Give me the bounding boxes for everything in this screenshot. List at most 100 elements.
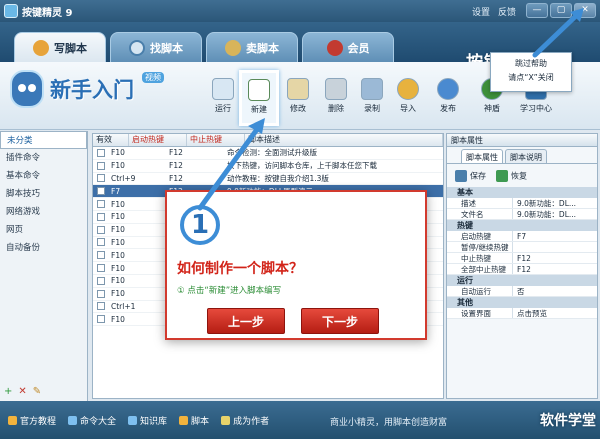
col-enabled[interactable]: 有效 bbox=[93, 134, 129, 146]
row-enabled-checkbox[interactable] bbox=[97, 212, 105, 221]
delete-category-icon[interactable]: ✕ bbox=[18, 386, 26, 397]
col-stop-hotkey[interactable]: 中止热键 bbox=[187, 134, 245, 146]
tab-sell-script[interactable]: 卖脚本 bbox=[206, 32, 298, 62]
row-enabled-checkbox[interactable] bbox=[97, 276, 105, 285]
next-step-button[interactable]: 下一步 bbox=[301, 308, 379, 334]
table-header: 有效 启动热键 中止热键 脚本描述 bbox=[93, 134, 443, 147]
sidebar-item-script-tips[interactable]: 脚本技巧 bbox=[0, 185, 87, 203]
row-enabled-checkbox[interactable] bbox=[97, 264, 105, 273]
row-start-hotkey: F10 bbox=[111, 148, 125, 158]
row-enabled-checkbox[interactable] bbox=[97, 289, 105, 298]
table-row[interactable]: Ctrl+9 F12 动作教程：按键自我介绍1.3版 bbox=[93, 173, 443, 186]
row-enabled-checkbox[interactable] bbox=[97, 174, 105, 183]
property-value[interactable]: F12 bbox=[513, 253, 597, 263]
tab-find-script[interactable]: 找脚本 bbox=[110, 32, 202, 62]
property-row[interactable]: 自动运行否 bbox=[447, 286, 597, 297]
status-scripts[interactable]: 脚本 bbox=[179, 414, 209, 427]
delete-button[interactable]: 删除 bbox=[318, 78, 354, 114]
save-icon bbox=[455, 169, 467, 182]
minimize-button[interactable]: — bbox=[526, 3, 548, 18]
property-value[interactable]: 否 bbox=[513, 286, 597, 296]
col-start-hotkey[interactable]: 启动热键 bbox=[129, 134, 187, 146]
tab-member[interactable]: 会员 bbox=[302, 32, 394, 62]
row-stop-hotkey: F12 bbox=[169, 161, 183, 171]
status-tutorial[interactable]: 官方教程 bbox=[8, 414, 56, 427]
status-slogan: 商业小精灵，用脚本创造财富 bbox=[330, 418, 448, 428]
sidebar-item-uncategorized[interactable]: 未分类 bbox=[0, 131, 87, 149]
status-become-author[interactable]: 成为作者 bbox=[221, 414, 269, 427]
new-file-icon bbox=[248, 79, 270, 101]
property-row[interactable]: 文件名 9.0新功能：DL... bbox=[447, 209, 597, 220]
row-enabled-checkbox[interactable] bbox=[97, 225, 105, 234]
sidebar-item-auto-backup[interactable]: 自动备份 bbox=[0, 239, 87, 257]
row-stop-hotkey: F12 bbox=[169, 173, 183, 183]
sidebar-item-basic-commands[interactable]: 基本命令 bbox=[0, 167, 87, 185]
learning-label: 学习中心 bbox=[520, 104, 552, 113]
money-bag-icon bbox=[225, 39, 241, 56]
sidebar-item-web[interactable]: 网页 bbox=[0, 221, 87, 239]
row-start-hotkey: F7 bbox=[111, 186, 121, 196]
property-group[interactable]: 其他 bbox=[447, 297, 597, 308]
sidebar-item-plugin-commands[interactable]: 插件命令 bbox=[0, 149, 87, 167]
edit-button[interactable]: 修改 bbox=[280, 78, 316, 114]
row-enabled-checkbox[interactable] bbox=[97, 148, 105, 157]
property-row[interactable]: 启动热键 F7 bbox=[447, 231, 597, 242]
property-value[interactable]: 点击预览 bbox=[513, 308, 597, 318]
rename-category-icon[interactable]: ✎ bbox=[33, 386, 41, 397]
row-enabled-checkbox[interactable] bbox=[97, 315, 105, 324]
property-row[interactable]: 描述 9.0新功能：DL... bbox=[447, 198, 597, 209]
app-icon bbox=[4, 4, 18, 18]
save-button[interactable]: 保存 bbox=[455, 169, 486, 182]
property-value[interactable]: 9.0新功能：DL... bbox=[513, 198, 597, 208]
close-button[interactable]: ✕ bbox=[574, 3, 596, 18]
tab-script-properties[interactable]: 脚本属性 bbox=[461, 149, 503, 163]
properties-tabs: 脚本属性 脚本说明 bbox=[447, 147, 597, 163]
status-knowledge[interactable]: 知识库 bbox=[128, 414, 167, 427]
beginner-guide-banner[interactable]: 新手入门 bbox=[10, 70, 134, 108]
row-enabled-checkbox[interactable] bbox=[97, 238, 105, 247]
tab-label: 写脚本 bbox=[54, 41, 87, 55]
window-controls: — ▢ ✕ bbox=[526, 3, 596, 18]
import-button[interactable]: 导入 bbox=[390, 78, 426, 114]
property-row[interactable]: 暂停/继续热键 bbox=[447, 242, 597, 253]
prev-step-button[interactable]: 上一步 bbox=[207, 308, 285, 334]
property-value[interactable] bbox=[513, 242, 597, 252]
publish-label: 发布 bbox=[440, 104, 456, 113]
row-enabled-checkbox[interactable] bbox=[97, 251, 105, 260]
record-button[interactable]: 录制 bbox=[354, 78, 390, 114]
property-group[interactable]: 运行 bbox=[447, 275, 597, 286]
run-button[interactable]: 运行 bbox=[205, 78, 241, 114]
property-row[interactable]: 全部中止热键 F12 bbox=[447, 264, 597, 275]
book-icon bbox=[8, 415, 17, 425]
tab-write-script[interactable]: 写脚本 bbox=[14, 32, 106, 62]
property-group[interactable]: 热键 bbox=[447, 220, 597, 231]
row-start-hotkey: F10 bbox=[111, 161, 125, 171]
settings-link[interactable]: 设置 bbox=[472, 5, 490, 18]
new-button[interactable]: 新建 bbox=[239, 70, 279, 126]
tab-script-notes[interactable]: 脚本说明 bbox=[505, 149, 547, 163]
row-enabled-checkbox[interactable] bbox=[97, 161, 105, 170]
property-row[interactable]: 设置界面 点击预览 bbox=[447, 308, 597, 319]
status-commands[interactable]: 命令大全 bbox=[68, 414, 116, 427]
row-enabled-checkbox[interactable] bbox=[97, 200, 105, 209]
property-group[interactable]: 基本 bbox=[447, 187, 597, 198]
row-start-hotkey: F10 bbox=[111, 212, 125, 222]
property-value[interactable]: 9.0新功能：DL... bbox=[513, 209, 597, 219]
maximize-button[interactable]: ▢ bbox=[550, 3, 572, 18]
property-value[interactable]: F12 bbox=[513, 264, 597, 274]
property-row[interactable]: 中止热键 F12 bbox=[447, 253, 597, 264]
col-description[interactable]: 脚本描述 bbox=[245, 134, 443, 146]
add-category-icon[interactable]: + bbox=[4, 386, 12, 397]
sidebar-item-online-games[interactable]: 网络游戏 bbox=[0, 203, 87, 221]
publish-button[interactable]: 发布 bbox=[430, 78, 466, 114]
feedback-link[interactable]: 反馈 bbox=[498, 5, 516, 18]
row-enabled-checkbox[interactable] bbox=[97, 302, 105, 311]
table-row[interactable]: F10 F12 命令检测：全面测试升级版 bbox=[93, 147, 443, 160]
sidebar-footer: + ✕ ✎ bbox=[4, 386, 41, 397]
row-enabled-checkbox[interactable] bbox=[97, 187, 105, 196]
restore-button[interactable]: 恢复 bbox=[496, 169, 527, 182]
property-value[interactable]: F7 bbox=[513, 231, 597, 241]
properties-title: 脚本属性 bbox=[447, 134, 597, 147]
table-row[interactable]: F10 F12 按下热键，访问脚本仓库，上千脚本任您下载 bbox=[93, 160, 443, 173]
property-key: 文件名 bbox=[447, 209, 513, 219]
